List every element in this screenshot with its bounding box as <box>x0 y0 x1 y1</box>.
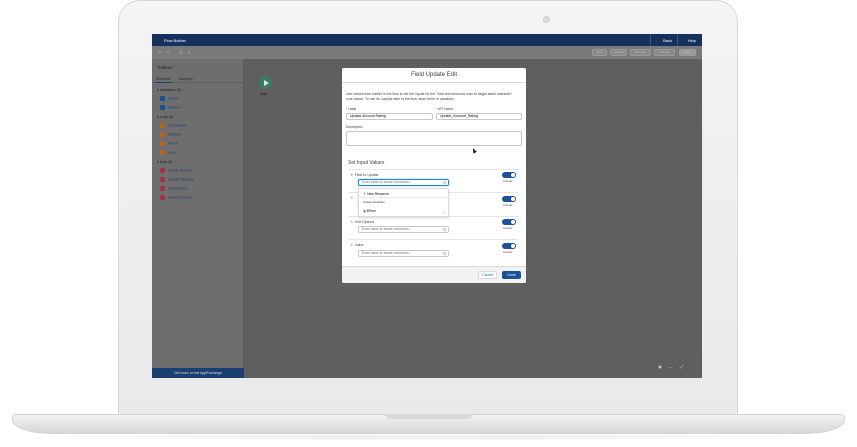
toolbox-tabs: Elements Manager <box>152 75 244 83</box>
include-label: Include <box>503 203 513 207</box>
include-toggle[interactable] <box>502 172 516 178</box>
divider <box>348 239 518 240</box>
sidebar-item-decision[interactable]: Decision <box>160 132 181 137</box>
new-resource-option[interactable]: ＋ New Resource <box>363 191 389 196</box>
api-name-input[interactable]: Update_Account_Rating <box>436 113 522 120</box>
create-records-icon <box>160 168 165 173</box>
include-toggle[interactable] <box>502 219 516 225</box>
resource-dropdown: ＋ New Resource Global Variables ◍ $Flow … <box>358 188 449 217</box>
screen: Flow Builder Back Help ↶ ↷ ⚙ ▾ Run Debug… <box>152 34 702 378</box>
value-lookup[interactable]: Enter value or search resources... ⚲ <box>358 250 449 257</box>
sidebar-item-get-records[interactable]: Get Records <box>160 186 188 191</box>
header-divider <box>650 34 651 46</box>
undo-icon[interactable]: ↶ <box>158 50 161 55</box>
sidebar-item-subflow[interactable]: Subflow <box>160 105 180 110</box>
pause-icon <box>160 141 165 146</box>
sidebar-item-pause[interactable]: Pause <box>160 141 178 146</box>
variable-icon: ⱴ <box>351 220 353 224</box>
get-records-icon <box>160 186 165 191</box>
divider <box>348 169 518 170</box>
field-update-modal: Field Update Edit Use values from earlie… <box>342 68 526 283</box>
text-options-label: ⱴ Text Options <box>351 220 375 224</box>
sidebar-item-loop[interactable]: Loop <box>160 150 176 155</box>
value-label: ⱴ Value <box>351 243 364 247</box>
variable-icon: ⱴ <box>351 243 353 247</box>
include-toggle[interactable] <box>502 196 516 202</box>
section-logic[interactable]: ▾ Logic (4) <box>157 115 173 119</box>
include-label: Include <box>503 226 513 230</box>
sidebar-item-action[interactable]: Action <box>160 96 178 101</box>
globe-icon: ◍ <box>363 209 366 213</box>
include-label: Include <box>503 250 513 254</box>
include-toggle[interactable] <box>502 243 516 249</box>
set-input-values-title: Set Input Values <box>348 160 385 166</box>
label-field-label: * Label <box>346 107 357 111</box>
description-textarea[interactable] <box>346 131 522 146</box>
subflow-icon <box>160 105 165 110</box>
field-to-update-lookup[interactable]: Enter value or search resources... ⚲ <box>358 179 449 186</box>
app-title: Flow Builder <box>164 38 187 43</box>
tab-elements[interactable]: Elements <box>156 77 171 83</box>
search-icon: ⚲ <box>443 227 446 232</box>
assignment-icon <box>160 123 165 128</box>
cancel-button[interactable]: Cancel <box>478 271 497 279</box>
modal-footer: Cancel Done <box>342 266 526 283</box>
section-data[interactable]: ▾ Data (4) <box>157 160 172 164</box>
modal-description: Use values from earlier in the flow to s… <box>346 92 513 101</box>
api-name-field-label: * API Name <box>436 107 454 111</box>
sidebar-item-delete-records[interactable]: Delete Records <box>160 195 192 200</box>
appexchange-link[interactable]: Get more on the AppExchange <box>152 368 244 378</box>
header-divider <box>677 34 678 46</box>
save-button[interactable]: Save <box>679 49 696 56</box>
settings-icon[interactable]: ⚙ <box>179 50 183 55</box>
section-interaction[interactable]: ▾ Interaction (2) <box>157 88 181 92</box>
back-button[interactable]: Back <box>663 38 672 43</box>
global-variables-heading: Global Variables <box>363 200 385 204</box>
include-label: Include <box>503 179 513 183</box>
toolbox-title: Toolbox <box>157 65 173 70</box>
search-icon: ⚲ <box>443 180 446 185</box>
done-button[interactable]: Done <box>502 271 521 279</box>
divider <box>359 197 448 198</box>
action-icon <box>160 96 165 101</box>
debug-button[interactable]: Debug <box>610 49 627 56</box>
chevron-right-icon: › <box>442 210 444 215</box>
field-to-update-label: ⱴ Field to Update <box>351 173 379 177</box>
save-as-button[interactable]: Save As <box>630 49 651 56</box>
description-field-label: Description <box>346 125 363 129</box>
variable-icon: ⱴ <box>351 196 353 200</box>
activate-button[interactable]: Activate <box>654 49 675 56</box>
field-name-label: ⱴ <box>351 196 355 200</box>
start-label: Start <box>260 92 268 96</box>
decision-icon <box>160 132 165 137</box>
run-button[interactable]: Run <box>592 49 607 56</box>
sidebar-item-assignment[interactable]: Assignment <box>160 123 186 128</box>
toolbox-sidebar: Toolbox Elements Manager ▾ Interaction (… <box>152 59 244 378</box>
laptop-shadow <box>60 434 797 440</box>
sidebar-item-update-records[interactable]: Update Records <box>160 177 193 182</box>
label-input[interactable]: Update Account Rating <box>346 113 433 120</box>
flow-variable-option[interactable]: ◍ $Flow <box>363 209 376 213</box>
help-button[interactable]: Help <box>688 38 696 43</box>
camera-icon <box>543 16 550 23</box>
tab-manager[interactable]: Manager <box>179 77 193 81</box>
zoom-controls[interactable]: ▣ — ⤢ <box>658 364 686 369</box>
modal-title: Field Update Edit <box>342 68 526 83</box>
sidebar-item-create-records[interactable]: Create Records <box>160 168 193 173</box>
update-records-icon <box>160 177 165 182</box>
variable-icon: ⱴ <box>351 173 353 177</box>
search-icon: ⚲ <box>443 251 446 256</box>
toolbar: ↶ ↷ ⚙ ▾ Run Debug Save As Activate Save <box>152 46 702 59</box>
delete-records-icon <box>160 195 165 200</box>
start-node-icon[interactable] <box>259 76 272 89</box>
app-header: Flow Builder Back Help <box>152 34 702 46</box>
text-options-lookup[interactable]: Enter value or search resources... ⚲ <box>358 226 449 233</box>
dropdown-icon[interactable]: ▾ <box>188 50 190 55</box>
loop-icon <box>160 150 165 155</box>
laptop-notch <box>385 414 473 419</box>
redo-icon[interactable]: ↷ <box>166 50 169 55</box>
